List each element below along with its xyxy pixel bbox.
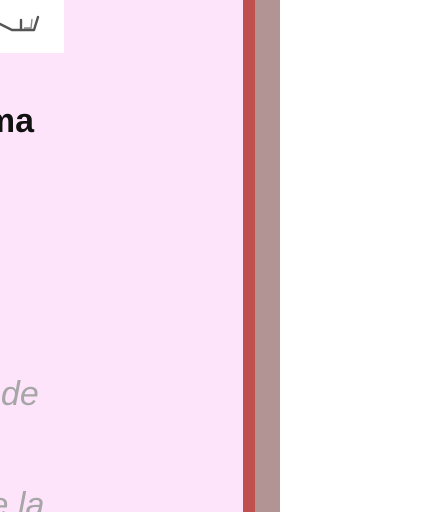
slide-panel: ema la r nde le la	[0, 0, 243, 512]
slide-heading: ema la	[0, 95, 226, 199]
red-divider-bar	[243, 0, 255, 512]
faded-line: le la	[0, 486, 45, 512]
slide-thumbnail	[0, 0, 64, 53]
mauve-divider-bar	[255, 0, 280, 512]
window-sketch-icon	[0, 15, 40, 32]
faded-line: r	[0, 312, 242, 367]
faded-body-text: r nde le la	[0, 312, 242, 512]
faded-line: nde	[0, 375, 39, 413]
slide-viewport: ema la r nde le la	[0, 0, 433, 512]
heading-line: ema	[0, 102, 35, 140]
